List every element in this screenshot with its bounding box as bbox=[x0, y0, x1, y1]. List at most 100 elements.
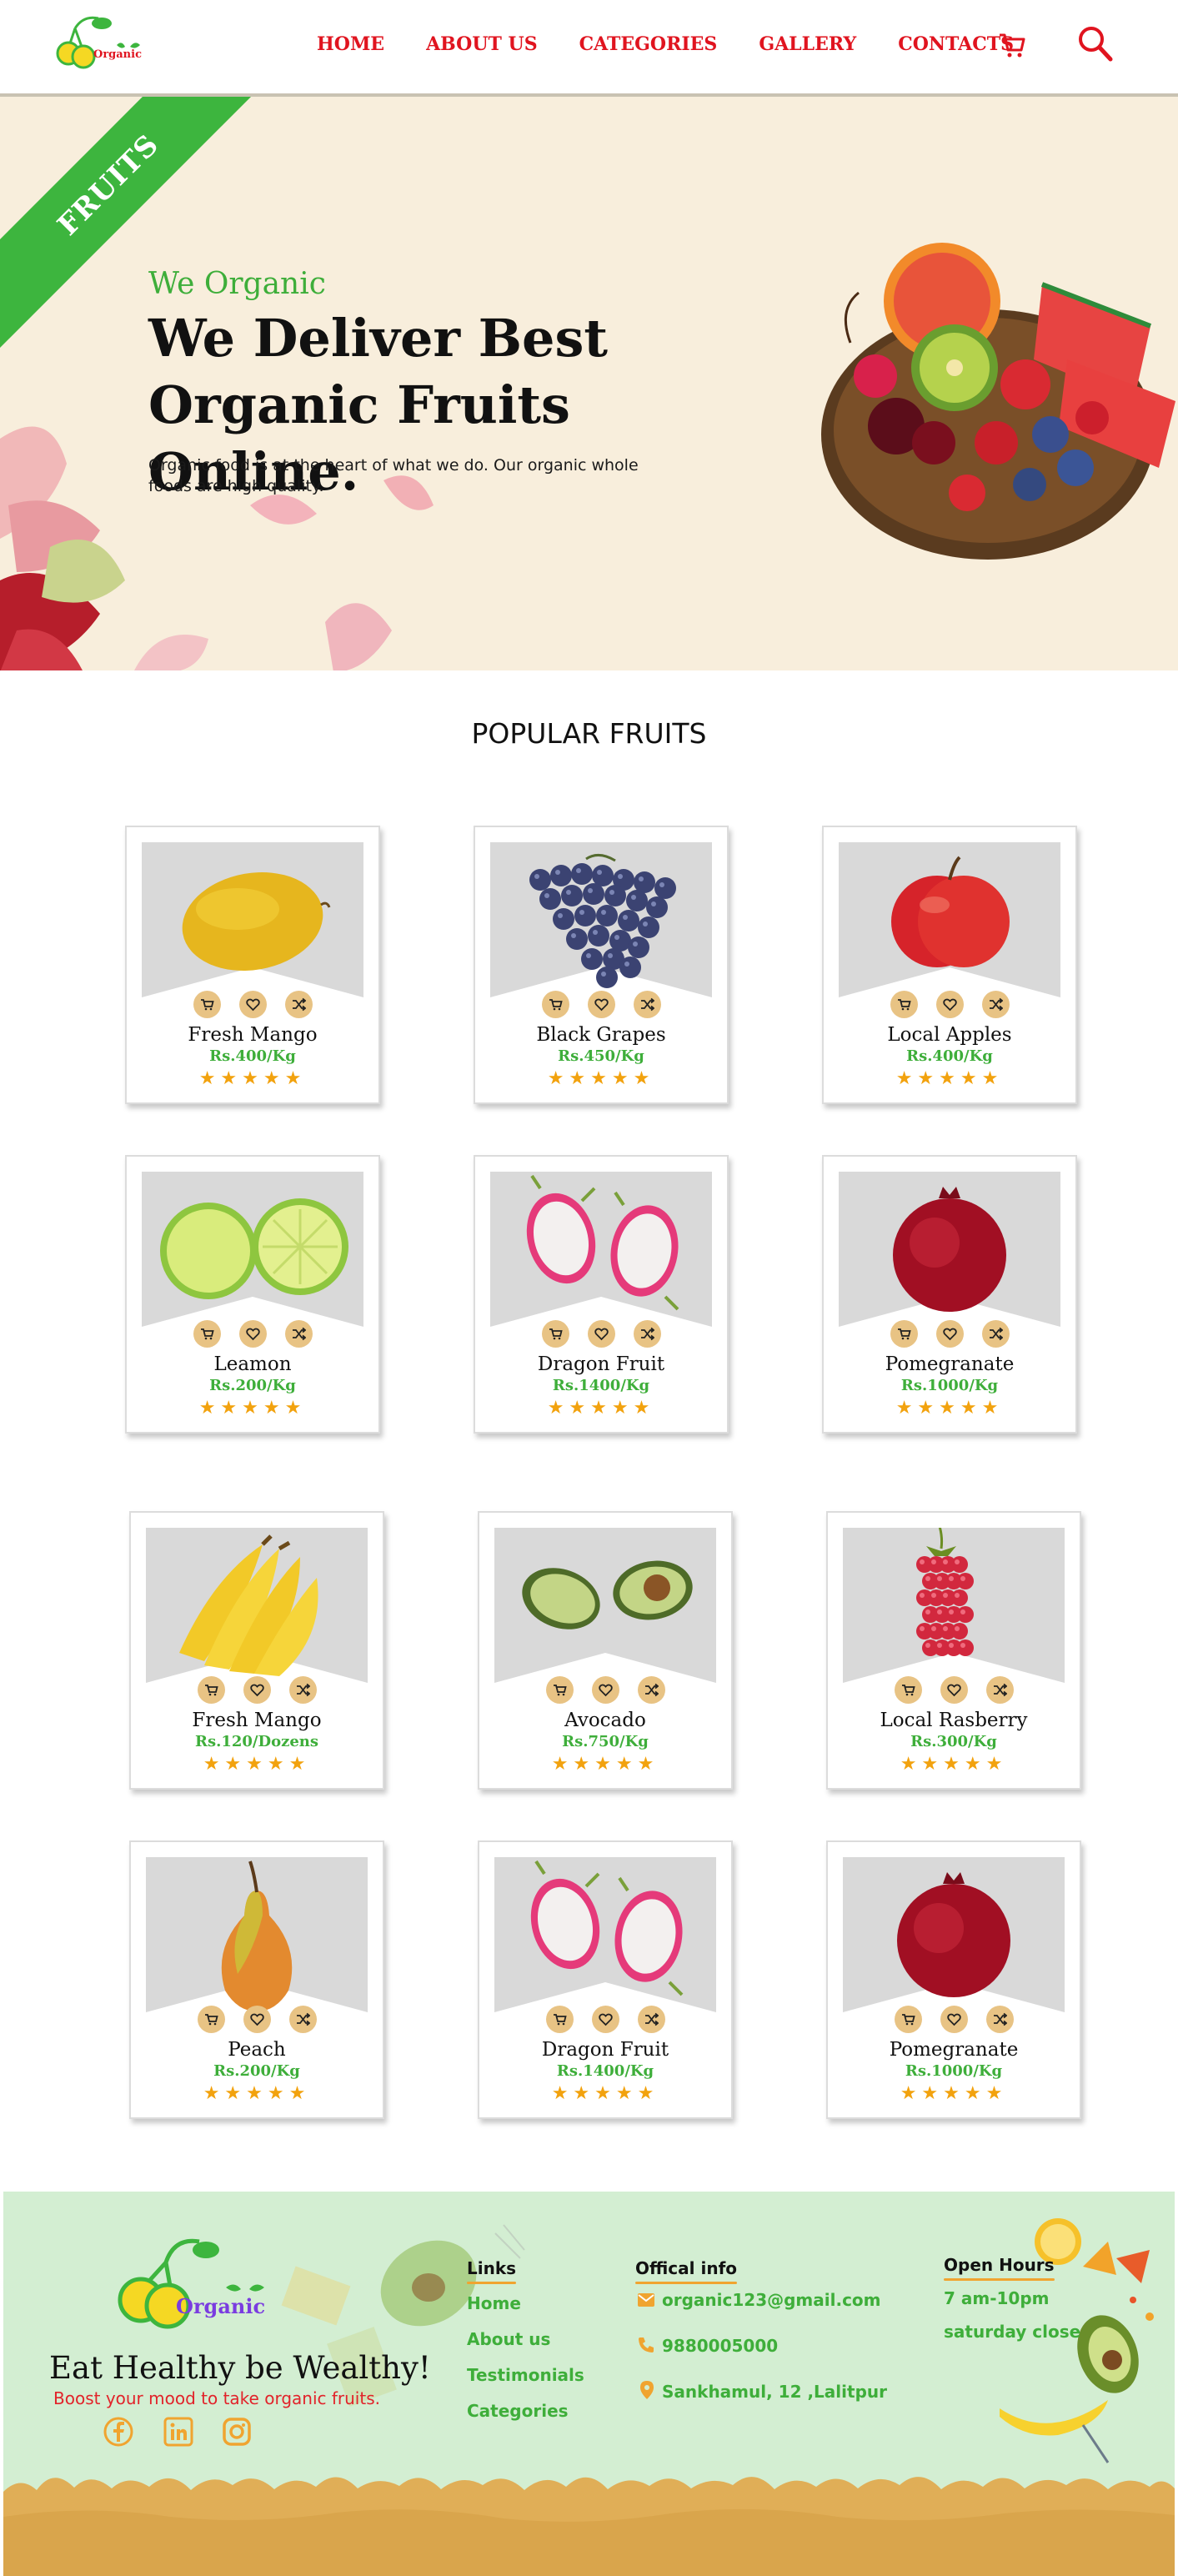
cart-icon[interactable] bbox=[541, 1320, 569, 1348]
cart-icon[interactable] bbox=[894, 2006, 922, 2033]
instagram-icon[interactable] bbox=[222, 2417, 252, 2447]
product-image bbox=[839, 842, 1060, 997]
heart-icon[interactable] bbox=[935, 991, 964, 1018]
rating-stars: ★★★★★ bbox=[551, 2082, 659, 2103]
cart-icon[interactable] bbox=[545, 2006, 574, 2033]
footer-logo-text: Organic bbox=[176, 2294, 266, 2318]
heart-icon[interactable] bbox=[238, 991, 267, 1018]
footer-phone[interactable]: 9880005000 bbox=[662, 2336, 778, 2356]
card-actions bbox=[131, 1676, 383, 1704]
product-card[interactable]: Dragon Fruit Rs.1400/Kg ★★★★★ bbox=[478, 1840, 733, 2119]
cart-icon[interactable] bbox=[890, 1320, 918, 1348]
product-card[interactable]: Local Rasberry Rs.300/Kg ★★★★★ bbox=[826, 1511, 1081, 1790]
card-actions bbox=[828, 2006, 1080, 2033]
nav-home[interactable]: HOME bbox=[317, 33, 384, 55]
footer-address: Sankhamul, 12 ,Lalitpur bbox=[662, 2382, 887, 2402]
product-card[interactable]: Pomegranate Rs.1000/Kg ★★★★★ bbox=[826, 1840, 1081, 2119]
heart-icon[interactable] bbox=[940, 1676, 968, 1704]
shuffle-icon[interactable] bbox=[985, 1676, 1014, 1704]
product-image bbox=[494, 1528, 716, 1683]
nav-about[interactable]: ABOUT US bbox=[426, 33, 538, 55]
cart-icon[interactable] bbox=[197, 1676, 225, 1704]
rating-stars: ★★★★★ bbox=[547, 1067, 655, 1088]
product-card[interactable]: Fresh Mango Rs.120/Dozens ★★★★★ bbox=[129, 1511, 384, 1790]
product-card[interactable]: Dragon Fruit Rs.1400/Kg ★★★★★ bbox=[474, 1155, 729, 1434]
footer-link-categories[interactable]: Categories bbox=[467, 2401, 569, 2421]
product-name: Dragon Fruit bbox=[537, 1353, 665, 1375]
heart-icon[interactable] bbox=[238, 1320, 267, 1348]
card-actions bbox=[479, 1676, 731, 1704]
rating-stars: ★★★★★ bbox=[900, 1753, 1008, 1774]
product-card[interactable]: Avocado Rs.750/Kg ★★★★★ bbox=[478, 1511, 733, 1790]
heart-icon[interactable] bbox=[243, 2006, 271, 2033]
navbar: Organic HOME ABOUT US CATEGORIES GALLERY… bbox=[0, 0, 1178, 97]
footer-hours-title: Open Hours bbox=[944, 2255, 1055, 2281]
product-name: Local Apples bbox=[887, 1024, 1012, 1046]
product-price: Rs.750/Kg bbox=[562, 1733, 649, 1750]
product-image bbox=[146, 1857, 368, 2012]
shuffle-icon[interactable] bbox=[288, 2006, 317, 2033]
product-name: Dragon Fruit bbox=[541, 2039, 669, 2061]
footer-link-home[interactable]: Home bbox=[467, 2293, 521, 2313]
rating-stars: ★★★★★ bbox=[900, 2082, 1008, 2103]
shuffle-icon[interactable] bbox=[981, 1320, 1010, 1348]
rating-stars: ★★★★★ bbox=[547, 1397, 655, 1418]
footer-slogan: Eat Healthy be Wealthy! bbox=[49, 2350, 431, 2386]
heart-icon[interactable] bbox=[587, 1320, 615, 1348]
shuffle-icon[interactable] bbox=[981, 991, 1010, 1018]
product-card[interactable]: Peach Rs.200/Kg ★★★★★ bbox=[129, 1840, 384, 2119]
footer-info-title: Offical info bbox=[635, 2258, 738, 2284]
cart-icon[interactable] bbox=[193, 991, 221, 1018]
footer-email[interactable]: organic123@gmail.com bbox=[662, 2290, 881, 2310]
search-icon[interactable] bbox=[1077, 25, 1114, 68]
cart-icon[interactable] bbox=[997, 28, 1027, 66]
shuffle-icon[interactable] bbox=[633, 1320, 661, 1348]
page: Organic HOME ABOUT US CATEGORIES GALLERY… bbox=[0, 0, 1178, 2576]
cart-icon[interactable] bbox=[894, 1676, 922, 1704]
cart-icon[interactable] bbox=[890, 991, 918, 1018]
shuffle-icon[interactable] bbox=[288, 1676, 317, 1704]
heart-icon[interactable] bbox=[243, 1676, 271, 1704]
linkedin-icon[interactable] bbox=[163, 2417, 193, 2447]
shuffle-icon[interactable] bbox=[284, 991, 313, 1018]
product-price: Rs.1000/Kg bbox=[900, 1377, 999, 1394]
footer: Organic Eat Healthy be Wealthy! Boost yo… bbox=[3, 2192, 1175, 2576]
cart-icon[interactable] bbox=[193, 1320, 221, 1348]
section-title: POPULAR FRUITS bbox=[471, 717, 707, 750]
cart-icon[interactable] bbox=[197, 2006, 225, 2033]
product-price: Rs.1000/Kg bbox=[905, 2062, 1003, 2080]
nav-categories[interactable]: CATEGORIES bbox=[579, 33, 718, 55]
shuffle-icon[interactable] bbox=[637, 2006, 665, 2033]
product-card[interactable]: Local Apples Rs.400/Kg ★★★★★ bbox=[822, 826, 1077, 1104]
rating-stars: ★★★★★ bbox=[198, 1067, 307, 1088]
cart-icon[interactable] bbox=[545, 1676, 574, 1704]
nav-gallery[interactable]: GALLERY bbox=[759, 33, 856, 55]
facebook-icon[interactable] bbox=[103, 2417, 133, 2447]
heart-icon[interactable] bbox=[935, 1320, 964, 1348]
product-price: Rs.300/Kg bbox=[910, 1733, 997, 1750]
fruit-bowl-image bbox=[821, 243, 1175, 560]
shuffle-icon[interactable] bbox=[284, 1320, 313, 1348]
product-name: Black Grapes bbox=[536, 1024, 666, 1046]
product-card[interactable]: Leamon Rs.200/Kg ★★★★★ bbox=[125, 1155, 380, 1434]
product-name: Avocado bbox=[564, 1710, 646, 1731]
cart-icon[interactable] bbox=[541, 991, 569, 1018]
card-actions bbox=[475, 1320, 727, 1348]
shuffle-icon[interactable] bbox=[637, 1676, 665, 1704]
product-card[interactable]: Pomegranate Rs.1000/Kg ★★★★★ bbox=[822, 1155, 1077, 1434]
heart-icon[interactable] bbox=[591, 2006, 619, 2033]
product-image bbox=[490, 1172, 712, 1327]
footer-logo[interactable]: Organic bbox=[108, 2229, 274, 2337]
heart-icon[interactable] bbox=[587, 991, 615, 1018]
product-card[interactable]: Fresh Mango Rs.400/Kg ★★★★★ bbox=[125, 826, 380, 1104]
heart-icon[interactable] bbox=[591, 1676, 619, 1704]
shuffle-icon[interactable] bbox=[633, 991, 661, 1018]
footer-link-testimonials[interactable]: Testimonials bbox=[467, 2365, 584, 2385]
product-image bbox=[494, 1857, 716, 2012]
product-card[interactable]: Black Grapes Rs.450/Kg ★★★★★ bbox=[474, 826, 729, 1104]
logo[interactable]: Organic bbox=[50, 10, 150, 77]
footer-link-about[interactable]: About us bbox=[467, 2329, 550, 2349]
rating-stars: ★★★★★ bbox=[895, 1397, 1004, 1418]
shuffle-icon[interactable] bbox=[985, 2006, 1014, 2033]
heart-icon[interactable] bbox=[940, 2006, 968, 2033]
